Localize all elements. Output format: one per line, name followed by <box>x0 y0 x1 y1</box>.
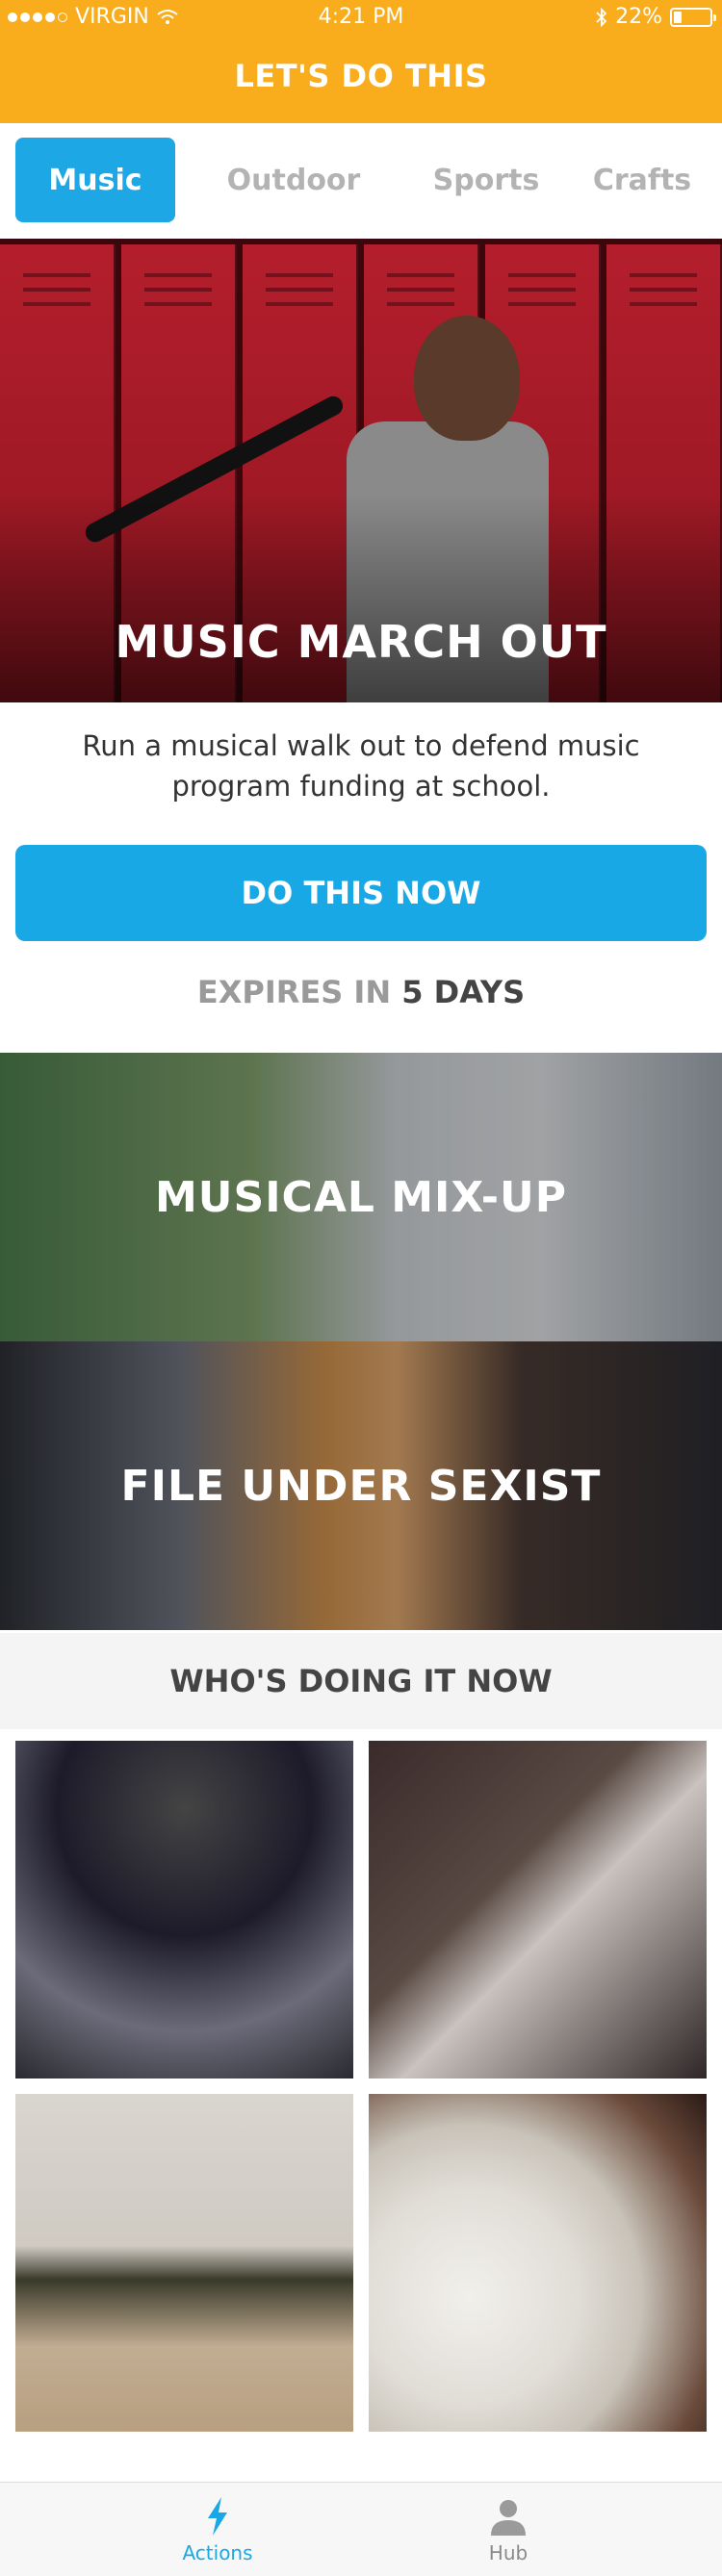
expires-text: EXPIRES IN 5 DAYS <box>196 974 526 1010</box>
card-file-under-sexist[interactable]: FILE UNDER SEXIST <box>0 1341 722 1630</box>
do-this-now-button[interactable]: DO THIS NOW <box>15 845 707 941</box>
category-tabs: Music Outdoor Sports Crafts <box>0 123 722 239</box>
lightning-icon <box>208 2497 227 2536</box>
hero-description: Run a musical walk out to defend music p… <box>82 729 640 803</box>
top-bar: VIRGIN 4:21 PM 22% LET'S DO THIS <box>0 0 722 123</box>
tab-sports[interactable]: Sports <box>406 138 566 222</box>
page-title: LET'S DO THIS <box>234 58 488 94</box>
nav-hub-label: Hub <box>488 2541 529 2564</box>
user-photo-1[interactable] <box>15 1741 353 2079</box>
battery-percent: 22% <box>615 5 662 29</box>
user-photo-4[interactable] <box>369 2094 707 2432</box>
nav-actions[interactable]: Actions <box>141 2483 295 2576</box>
tab-crafts[interactable]: Crafts <box>562 138 722 222</box>
hero-title: MUSIC MARCH OUT <box>115 616 607 668</box>
user-photo-2[interactable] <box>369 1741 707 2079</box>
battery-icon <box>670 7 716 27</box>
bluetooth-icon <box>596 7 607 27</box>
tab-outdoor[interactable]: Outdoor <box>214 138 374 222</box>
status-bar: VIRGIN 4:21 PM 22% <box>0 0 722 37</box>
tab-music[interactable]: Music <box>15 138 175 222</box>
card-musical-mix-up[interactable]: MUSICAL MIX-UP <box>0 1053 722 1341</box>
whos-doing-it-now-title: WHO'S DOING IT NOW <box>0 1633 722 1729</box>
person-icon <box>491 2500 526 2536</box>
nav-actions-label: Actions <box>182 2541 253 2564</box>
user-photo-3[interactable] <box>15 2094 353 2432</box>
nav-hub[interactable]: Hub <box>431 2483 585 2576</box>
bottom-navigation: Actions Hub <box>0 2482 722 2576</box>
